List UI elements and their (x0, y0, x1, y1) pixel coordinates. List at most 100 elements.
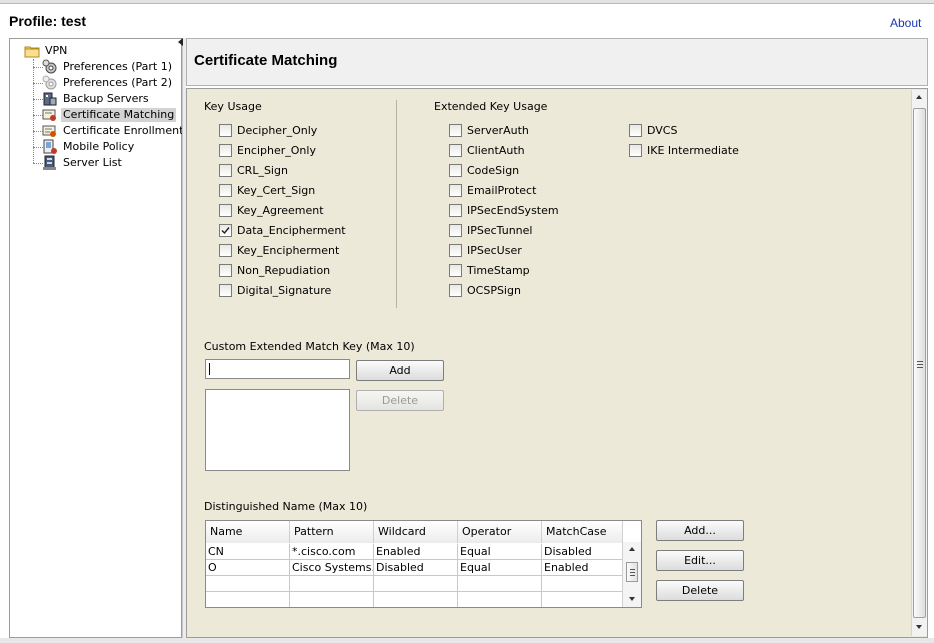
table-cell: O (206, 560, 290, 576)
key-usage-label: Key Usage (204, 100, 262, 113)
tree-item-mobile-policy[interactable]: Mobile Policy (42, 139, 136, 155)
checkbox[interactable] (449, 263, 462, 277)
tree-item-certificate-matching[interactable]: Certificate Matching (42, 107, 177, 123)
scroll-thumb[interactable] (913, 108, 926, 618)
checkbox[interactable] (219, 183, 232, 197)
checkbox[interactable] (219, 263, 232, 277)
key-usage-key-cert-sign[interactable]: Key_Cert_Sign (219, 183, 315, 197)
checkbox-label: Key_Cert_Sign (237, 183, 316, 197)
checkbox[interactable] (449, 223, 462, 237)
collapse-arrow-icon[interactable] (178, 38, 183, 46)
table-row[interactable]: O Cisco Systems... Disabled Equal Enabled (206, 560, 623, 576)
checkbox[interactable] (219, 203, 232, 217)
server-building-icon (42, 91, 58, 107)
scroll-up-icon[interactable] (916, 95, 922, 99)
server-list-icon (42, 155, 58, 171)
about-link[interactable]: About (890, 16, 921, 30)
tree-item-label: Preferences (Part 2) (63, 76, 172, 89)
column-header-matchcase[interactable]: MatchCase (542, 521, 623, 543)
checkbox[interactable] (449, 163, 462, 177)
gears-faded-icon (42, 75, 58, 91)
key-usage-encipher-only[interactable]: Encipher_Only (219, 143, 316, 157)
dn-edit-button[interactable]: Edit... (656, 550, 744, 571)
scroll-down-icon[interactable] (916, 625, 922, 629)
tree-item-label: Certificate Matching (61, 108, 177, 122)
key-usage-key-encipherment[interactable]: Key_Encipherment (219, 243, 339, 257)
key-usage-decipher-only[interactable]: Decipher_Only (219, 123, 317, 137)
main-scrollbar[interactable] (911, 90, 927, 636)
key-usage-non-repudiation[interactable]: Non_Repudiation (219, 263, 330, 277)
checkbox[interactable] (449, 283, 462, 297)
key-usage-digital-signature[interactable]: Digital_Signature (219, 283, 331, 297)
checkbox[interactable] (219, 283, 232, 297)
column-header-operator[interactable]: Operator (458, 521, 542, 543)
eku-timestamp[interactable]: TimeStamp (449, 263, 530, 277)
table-cell (206, 592, 290, 607)
checkbox-label: ClientAuth (467, 143, 525, 157)
text-caret (209, 363, 210, 375)
tree-item-backup-servers[interactable]: Backup Servers (42, 91, 151, 107)
eku-ipsectunnel[interactable]: IPSecTunnel (449, 223, 532, 237)
checkbox[interactable] (219, 243, 232, 257)
column-header-pattern[interactable]: Pattern (290, 521, 374, 543)
checkbox[interactable] (449, 143, 462, 157)
key-usage-key-agreement[interactable]: Key_Agreement (219, 203, 324, 217)
checkbox[interactable] (449, 183, 462, 197)
eku-ike-intermediate[interactable]: IKE Intermediate (629, 143, 739, 157)
tree-item-server-list[interactable]: Server List (42, 155, 124, 171)
column-header-name[interactable]: Name (206, 521, 290, 543)
table-cell: Equal (458, 544, 542, 560)
table-cell: CN (206, 544, 290, 560)
key-usage-crl-sign[interactable]: CRL_Sign (219, 163, 288, 177)
eku-codesign[interactable]: CodeSign (449, 163, 519, 177)
custom-key-delete-button[interactable]: Delete (356, 390, 444, 411)
column-header-wildcard[interactable]: Wildcard (374, 521, 458, 543)
eku-clientauth[interactable]: ClientAuth (449, 143, 525, 157)
checkbox[interactable] (449, 123, 462, 137)
custom-key-label: Custom Extended Match Key (Max 10) (204, 340, 415, 353)
eku-serverauth[interactable]: ServerAuth (449, 123, 529, 137)
table-cell (206, 576, 290, 592)
custom-key-add-button[interactable]: Add (356, 360, 444, 381)
eku-emailprotect[interactable]: EmailProtect (449, 183, 536, 197)
table-cell: Equal (458, 560, 542, 576)
scroll-thumb[interactable] (626, 562, 638, 582)
dn-delete-button[interactable]: Delete (656, 580, 744, 601)
tree-item-preferences-part-2[interactable]: Preferences (Part 2) (42, 75, 174, 91)
certificate-enrollment-icon (42, 123, 58, 139)
dn-add-button[interactable]: Add... (656, 520, 744, 541)
checkbox[interactable] (629, 143, 642, 157)
tree-item-certificate-enrollment[interactable]: Certificate Enrollment (42, 123, 185, 139)
scroll-up-icon[interactable] (629, 547, 635, 551)
checkbox-label: Key_Agreement (237, 203, 324, 217)
checkbox[interactable] (449, 203, 462, 217)
checkbox[interactable] (219, 143, 232, 157)
key-usage-data-encipherment[interactable]: Data_Encipherment (219, 223, 346, 237)
table-row[interactable] (206, 592, 623, 607)
gears-icon (42, 59, 58, 75)
checkbox-label: OCSPSign (467, 283, 521, 297)
checkbox[interactable] (219, 123, 232, 137)
tree-item-preferences-part-1[interactable]: Preferences (Part 1) (42, 59, 174, 75)
scroll-down-icon[interactable] (629, 597, 635, 601)
checkbox[interactable] (219, 163, 232, 177)
custom-key-list[interactable] (205, 389, 350, 471)
table-row[interactable]: CN *.cisco.com Enabled Equal Disabled (206, 544, 623, 560)
table-cell: Cisco Systems... (292, 560, 374, 576)
checkbox[interactable] (449, 243, 462, 257)
table-scrollbar[interactable] (622, 542, 641, 607)
custom-key-input[interactable] (205, 359, 350, 379)
eku-ipsecuser[interactable]: IPSecUser (449, 243, 522, 257)
table-cell (458, 592, 542, 607)
eku-ocspsign[interactable]: OCSPSign (449, 283, 521, 297)
section-title: Certificate Matching (194, 52, 338, 69)
checkbox[interactable] (629, 123, 642, 137)
eku-dvcs[interactable]: DVCS (629, 123, 677, 137)
eku-ipsecendsystem[interactable]: IPSecEndSystem (449, 203, 559, 217)
checkbox-label: IKE Intermediate (647, 143, 739, 157)
checkbox-label: Key_Encipherment (237, 243, 340, 257)
checkbox[interactable] (219, 223, 232, 237)
table-cell: Disabled (542, 544, 623, 560)
tree-root-vpn[interactable]: VPN (24, 43, 69, 59)
table-row[interactable] (206, 576, 623, 592)
